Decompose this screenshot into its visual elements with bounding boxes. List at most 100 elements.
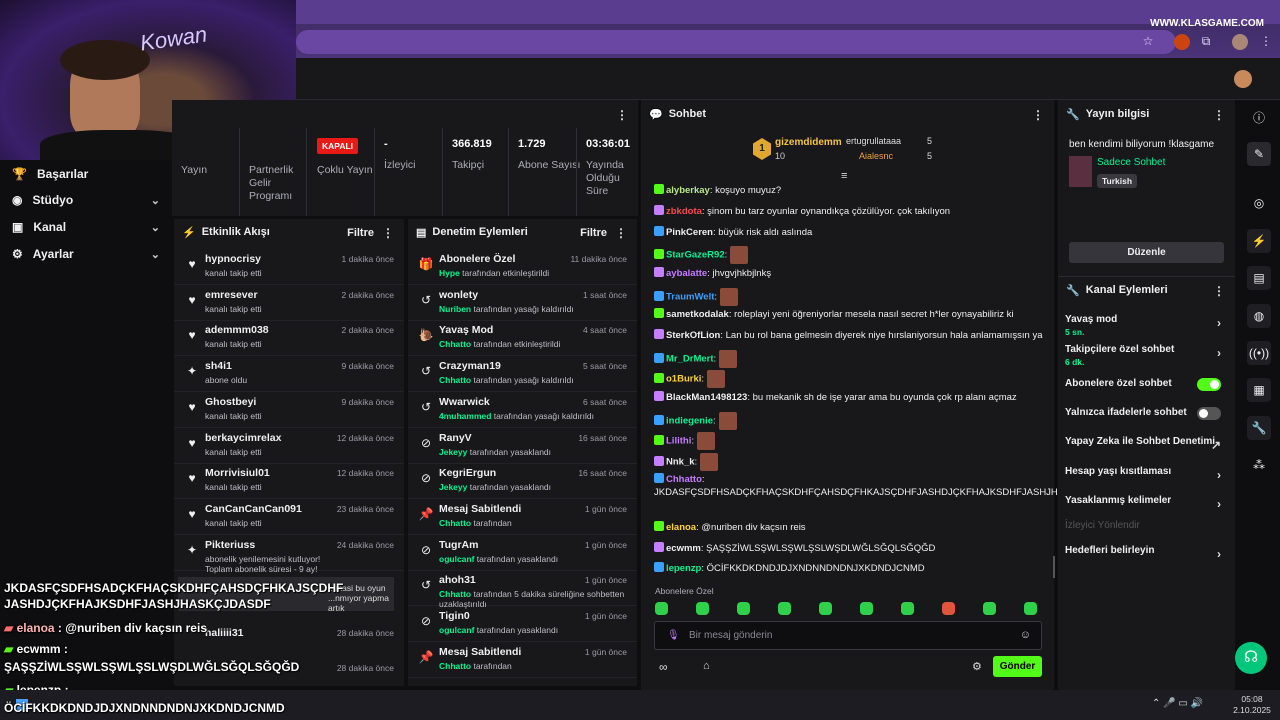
- chat-username[interactable]: sametkodalak: [666, 309, 729, 320]
- chat-message[interactable]: BlackMan1498123: bu mekanik sh de işe ya…: [654, 391, 1044, 404]
- chat-username[interactable]: indiegenie: [666, 416, 713, 427]
- emote-icon[interactable]: [1024, 602, 1037, 615]
- moderation-item[interactable]: 🎁 Abonelere Özel Hype tarafından etkinleşt…: [408, 249, 637, 285]
- moderation-item[interactable]: ⊘ RanyV Jekeyy tarafından yasaklandı 16 saa…: [408, 428, 637, 464]
- channel-action-item[interactable]: Yalnızca ifadelerle sohbet: [1065, 407, 1225, 420]
- activity-item[interactable]: ✦ sh4i1 abone oldu 9 dakika önce: [174, 356, 404, 393]
- camera-icon[interactable]: ◎: [1247, 191, 1271, 215]
- chat-username[interactable]: Nnk_k: [666, 457, 695, 468]
- channel-action-item[interactable]: Abonelere özel sohbet: [1065, 378, 1225, 391]
- activity-item[interactable]: ♥ Ghostbeyi kanalı takip etti 9 dakika önce: [174, 392, 404, 428]
- activity-item[interactable]: ♥ ademmm038 kanalı takip etti 2 dakika önce: [174, 320, 404, 357]
- activity-item[interactable]: ♥ emresever kanalı takip etti 2 dakika önce: [174, 285, 404, 321]
- filter-button[interactable]: Filtre: [347, 227, 374, 239]
- moderation-item[interactable]: ⊘ TugrAm ogulcanf tarafından yasaklandı 1 g…: [408, 535, 637, 571]
- chat-message[interactable]: TraumWelt:: [654, 288, 1044, 306]
- edit-icon[interactable]: ✎: [1247, 142, 1271, 166]
- chat-message[interactable]: alyberkay: koşuyo muyuz?: [654, 184, 1044, 197]
- puzzle-icon[interactable]: ⧉: [1198, 34, 1214, 50]
- chat-username[interactable]: alyberkay: [666, 185, 710, 196]
- channel-action-item[interactable]: Yavaş mod 5 sn. ›: [1065, 314, 1225, 337]
- star-icon[interactable]: ☆: [1140, 34, 1156, 50]
- moderation-item[interactable]: ↺ Crazyman19 Chhatto tarafından yasağı kal…: [408, 356, 637, 393]
- chat-username[interactable]: ecwmm: [666, 543, 701, 554]
- layout-icon[interactable]: ▦: [1247, 378, 1271, 402]
- chat-username[interactable]: Chhatto: [666, 474, 702, 485]
- chat-username[interactable]: StarGazeR92: [666, 250, 725, 261]
- emote-icon[interactable]: [696, 602, 709, 615]
- info-icon[interactable]: ⓘ: [1247, 106, 1271, 130]
- infinity-icon[interactable]: ∞: [659, 660, 668, 674]
- top-gifter-name[interactable]: gizemdidemm: [775, 137, 842, 148]
- kebab-menu-icon[interactable]: ⋮: [1213, 108, 1225, 122]
- chat-username[interactable]: aybalatte: [666, 268, 707, 279]
- chat-bubble-icon[interactable]: ◍: [1247, 304, 1271, 328]
- avatar[interactable]: [1234, 70, 1252, 88]
- collapse-icon[interactable]: ≡: [841, 170, 847, 182]
- chat-message[interactable]: elanoa: @nuriben div kaçsın reis: [654, 521, 1044, 534]
- chat-message[interactable]: lepenzp: ÖCİFKKDKDNDJDJXNDNNDNDNJXKDNDJC…: [654, 562, 1044, 575]
- nav-item-studyo[interactable]: ◉ Stüdyo ⌄: [12, 190, 162, 210]
- mic-icon[interactable]: 🎙: [667, 630, 680, 641]
- kebab-menu-icon[interactable]: ⋮: [1032, 108, 1044, 122]
- moderation-item[interactable]: ↺ wonlety Nuriben tarafından yasağı kaldır…: [408, 285, 637, 321]
- chat-username[interactable]: zbkdota: [666, 206, 702, 217]
- store-icon[interactable]: ⌂: [703, 660, 710, 672]
- chat-username[interactable]: o1Burki: [666, 374, 701, 385]
- chat-message[interactable]: PinkCeren: büyük risk aldı aslında: [654, 226, 1044, 239]
- channel-action-item[interactable]: Yapay Zeka ile Sohbet Denetimi ↗: [1065, 436, 1225, 452]
- chat-message[interactable]: aybalatte: jhvgvjhkbjlnkş: [654, 267, 1044, 280]
- send-button[interactable]: Gönder: [993, 656, 1042, 677]
- kebab-menu-icon[interactable]: ⋮: [1213, 284, 1225, 298]
- chat-message[interactable]: indiegenie:: [654, 412, 1044, 430]
- nav-item-ayarlar[interactable]: ⚙ Ayarlar ⌄: [12, 244, 162, 264]
- menu-dots-icon[interactable]: ⋮: [1258, 34, 1274, 50]
- chat-input[interactable]: 🎙 Bir mesaj gönderin ☺: [654, 621, 1042, 650]
- kebab-menu-icon[interactable]: ⋮: [615, 226, 627, 240]
- activity-item[interactable]: ♥ Morrivisiul01 kanalı takip etti 12 dakika…: [174, 463, 404, 500]
- gear-icon[interactable]: ⚙: [972, 660, 982, 673]
- gifter-name[interactable]: Aialesnc: [859, 151, 893, 161]
- chat-message[interactable]: Mr_DrMert:: [654, 350, 1044, 368]
- category-name[interactable]: Sadece Sohbet: [1097, 157, 1165, 168]
- document-icon[interactable]: ▤: [1247, 266, 1271, 290]
- edit-button[interactable]: Düzenle: [1069, 242, 1224, 263]
- chat-username[interactable]: BlackMan1498123: [666, 392, 747, 403]
- chat-message[interactable]: Nnk_k:: [654, 453, 1044, 471]
- channel-action-item[interactable]: Hesap yaşı kısıtlaması ›: [1065, 466, 1225, 482]
- emote-icon[interactable]: [860, 602, 873, 615]
- channel-action-item[interactable]: İzleyici Yönlendir: [1065, 520, 1225, 531]
- moderation-item[interactable]: ↺ Wwarwick 4muhammed tarafından yasağı kal…: [408, 392, 637, 428]
- chat-username[interactable]: elanoa: [666, 522, 696, 533]
- gifter-name[interactable]: ertugrullataaa: [846, 136, 901, 146]
- activity-item[interactable]: ✦ Pikteriuss abonelik yenilemesini kutluyo…: [174, 535, 404, 574]
- chat-username[interactable]: Lilithi: [666, 436, 691, 447]
- moderation-item[interactable]: ⊘ KegriErgun Jekeyy tarafından yasaklandı 1…: [408, 463, 637, 500]
- chat-username[interactable]: PinkCeren: [666, 227, 713, 238]
- profile-avatar[interactable]: [1232, 34, 1248, 50]
- emoji-icon[interactable]: ☺: [1020, 629, 1031, 641]
- chat-message[interactable]: ecwmm: ŞAŞŞZİWLSŞWLSŞWLŞSLWŞDLWĞLSĞQLSĞQ…: [654, 542, 1044, 555]
- channel-action-item[interactable]: Hedefleri belirleyin ›: [1065, 545, 1225, 561]
- kebab-menu-icon[interactable]: ⋮: [616, 108, 628, 122]
- chat-username[interactable]: SterkOfLion: [666, 330, 720, 341]
- chat-scrollbar[interactable]: [1053, 556, 1055, 578]
- chat-message[interactable]: Lilithi:: [654, 432, 1044, 450]
- nav-item-kanal[interactable]: ▣ Kanal ⌄: [12, 217, 162, 237]
- channel-action-item[interactable]: Takipçilere özel sohbet 6 dk. ›: [1065, 344, 1225, 367]
- address-bar[interactable]: [296, 30, 1176, 54]
- emote-icon[interactable]: [942, 602, 955, 615]
- kebab-menu-icon[interactable]: ⋮: [382, 226, 394, 240]
- shapes-icon[interactable]: ⁂: [1247, 453, 1271, 477]
- activity-item[interactable]: ♥ hypnocrisy kanalı takip etti 1 dakika önc…: [174, 249, 404, 285]
- chat-message[interactable]: StarGazeR92:: [654, 246, 1044, 264]
- emote-icon[interactable]: [655, 602, 668, 615]
- wrench-icon[interactable]: 🔧: [1247, 416, 1271, 440]
- moderation-item[interactable]: ↺ ahoh31 Chhatto tarafından 5 dakika sürel…: [408, 570, 637, 609]
- activity-item[interactable]: ♥ CanCanCanCan091 kanalı takip etti 23 daki…: [174, 499, 404, 535]
- chat-message[interactable]: o1Burki:: [654, 370, 1044, 388]
- toggle-switch[interactable]: [1197, 407, 1221, 420]
- emote-icon[interactable]: [737, 602, 750, 615]
- chat-username[interactable]: Mr_DrMert: [666, 354, 714, 365]
- nav-item-basarilar[interactable]: 🏆 Başarılar: [12, 164, 162, 184]
